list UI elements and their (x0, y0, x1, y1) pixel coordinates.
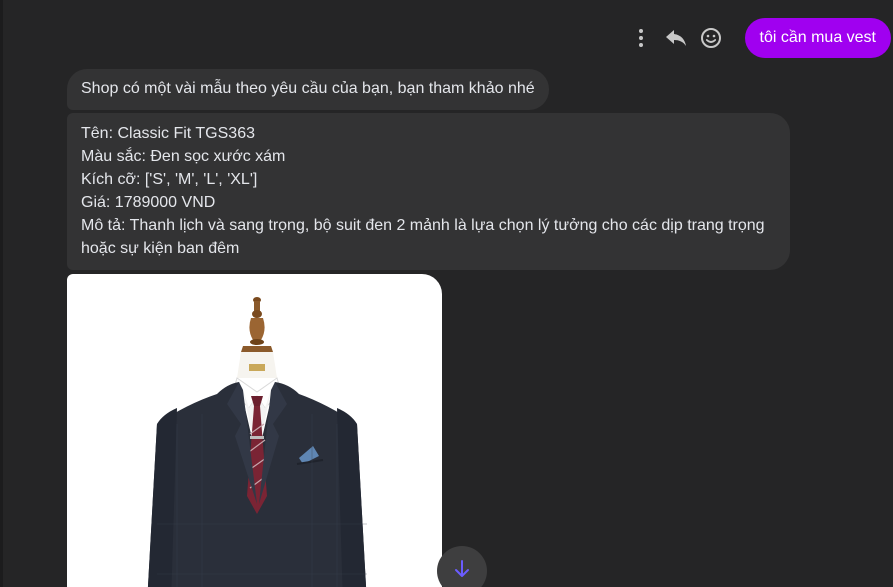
suit-on-mannequin-image (147, 297, 367, 587)
sent-message-text: tôi cần mua vest (759, 29, 877, 46)
arrow-down-icon (455, 560, 469, 577)
chat-window: tôi cần mua vest Shop có một vài mẫu the… (0, 0, 893, 587)
product-details-bubble[interactable]: Tên: Classic Fit TGS363 Màu sắc: Đen sọc… (67, 113, 790, 270)
product-price: Giá: 1789000 VND (81, 194, 216, 211)
product-color: Màu sắc: Đen sọc xước xám (81, 148, 286, 165)
smile-icon[interactable] (699, 26, 723, 50)
product-sizes: Kích cỡ: ['S', 'M', 'L', 'XL'] (81, 171, 258, 188)
product-image[interactable] (67, 274, 442, 587)
sent-message-bubble[interactable]: tôi cần mua vest (744, 18, 891, 58)
more-vertical-icon[interactable] (629, 26, 653, 50)
received-message-text: Shop có một vài mẫu theo yêu cầu của bạn… (81, 80, 535, 97)
product-description: Mô tả: Thanh lịch và sang trọng, bộ suit… (81, 217, 765, 257)
product-name: Tên: Classic Fit TGS363 (81, 125, 255, 142)
window-edge (0, 0, 3, 587)
scroll-to-bottom-button[interactable] (437, 546, 487, 587)
reply-icon[interactable] (664, 26, 688, 50)
received-message-bubble[interactable]: Shop có một vài mẫu theo yêu cầu của bạn… (67, 69, 549, 110)
